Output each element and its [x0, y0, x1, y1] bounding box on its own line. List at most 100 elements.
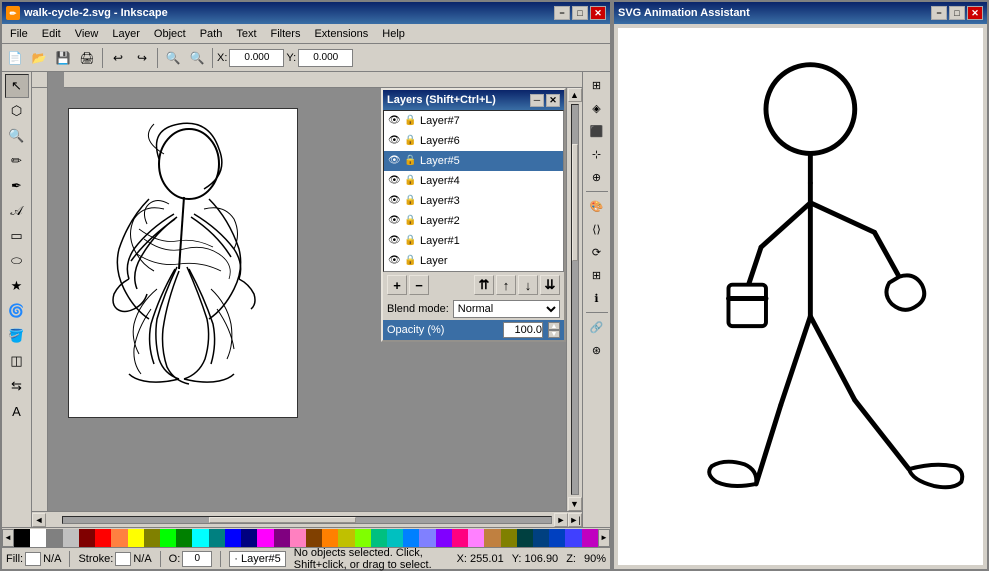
snap-grid-btn[interactable]: ⊹	[586, 143, 608, 165]
palette-right-btn[interactable]: ►	[598, 529, 610, 547]
vscroll-up-btn[interactable]: ▲	[568, 88, 582, 102]
palette-color-23[interactable]	[387, 529, 403, 547]
move-layer-bottom-btn[interactable]: ⇊	[540, 275, 560, 295]
remove-layer-btn[interactable]: −	[409, 275, 429, 295]
layer-row-3[interactable]: 👁 🔒 Layer#3	[384, 191, 563, 211]
palette-color-27[interactable]	[452, 529, 468, 547]
palette-color-8[interactable]	[144, 529, 160, 547]
move-layer-top-btn[interactable]: ⇈	[474, 275, 494, 295]
star-tool[interactable]: ★	[5, 274, 29, 298]
palette-color-21[interactable]	[355, 529, 371, 547]
layer-row-1[interactable]: 👁 🔒 Layer#1	[384, 231, 563, 251]
hscroll-end-btn[interactable]: ►|	[568, 513, 582, 527]
palette-color-18[interactable]	[306, 529, 322, 547]
palette-color-29[interactable]	[484, 529, 500, 547]
palette-color-10[interactable]	[176, 529, 192, 547]
move-layer-up-btn[interactable]: ↑	[496, 275, 516, 295]
opacity-input[interactable]	[503, 322, 543, 338]
menu-path[interactable]: Path	[194, 26, 229, 42]
layer-row-base[interactable]: 👁 🔒 Layer	[384, 251, 563, 271]
menu-object[interactable]: Object	[148, 26, 192, 42]
palette-color-19[interactable]	[322, 529, 338, 547]
vscroll-thumb[interactable]	[572, 144, 578, 261]
open-btn[interactable]: 📂	[28, 47, 50, 69]
paint-tool[interactable]: 🪣	[5, 324, 29, 348]
menu-view[interactable]: View	[69, 26, 105, 42]
layer-row-4[interactable]: 👁 🔒 Layer#4	[384, 171, 563, 191]
node-tool[interactable]: ⬡	[5, 99, 29, 123]
fill-stroke-btn[interactable]: 🎨	[586, 195, 608, 217]
palette-color-26[interactable]	[436, 529, 452, 547]
palette-color-22[interactable]	[371, 529, 387, 547]
layers-collapse-btn[interactable]: ─	[530, 94, 544, 107]
anim-minimize-button[interactable]: −	[931, 6, 947, 20]
fill-swatch[interactable]	[25, 552, 41, 566]
layers-close-btn[interactable]: ✕	[546, 94, 560, 107]
canvas-content[interactable]: Layers (Shift+Ctrl+L) ─ ✕ 👁 🔒 Layer#7	[48, 88, 566, 511]
minimize-button[interactable]: −	[554, 6, 570, 20]
palette-color-24[interactable]	[403, 529, 419, 547]
transform-btn[interactable]: ⟳	[586, 241, 608, 263]
palette-color-16[interactable]	[274, 529, 290, 547]
palette-left-btn[interactable]: ◄	[2, 529, 14, 547]
hscroll-thumb[interactable]	[209, 517, 355, 523]
menu-extensions[interactable]: Extensions	[308, 26, 374, 42]
anim-maximize-button[interactable]: □	[949, 6, 965, 20]
close-button[interactable]: ✕	[590, 6, 606, 20]
undo-btn[interactable]: ↩	[107, 47, 129, 69]
object-props-btn[interactable]: ℹ	[586, 287, 608, 309]
anim-close-button[interactable]: ✕	[967, 6, 983, 20]
snap-nodes-btn[interactable]: ◈	[586, 97, 608, 119]
snap-guide-btn[interactable]: ⊕	[586, 166, 608, 188]
hscroll-right-btn[interactable]: ►	[554, 513, 568, 527]
hscroll-track[interactable]	[62, 516, 552, 524]
menu-filters[interactable]: Filters	[265, 26, 307, 42]
hscroll-left-btn[interactable]: ◄	[32, 513, 46, 527]
palette-color-7[interactable]	[128, 529, 144, 547]
menu-text[interactable]: Text	[230, 26, 262, 42]
layer-row-5[interactable]: 👁 🔒 Layer#5	[384, 151, 563, 171]
palette-color-2[interactable]	[46, 529, 62, 547]
redo-btn[interactable]: ↪	[131, 47, 153, 69]
opacity-up-btn[interactable]: ▲	[548, 322, 560, 330]
palette-color-3[interactable]	[63, 529, 79, 547]
maximize-button[interactable]: □	[572, 6, 588, 20]
palette-color-11[interactable]	[192, 529, 208, 547]
palette-color-5[interactable]	[95, 529, 111, 547]
menu-edit[interactable]: Edit	[36, 26, 67, 42]
palette-color-1[interactable]	[30, 529, 46, 547]
palette-color-20[interactable]	[338, 529, 354, 547]
palette-color-34[interactable]	[565, 529, 581, 547]
vscroll-track[interactable]	[571, 104, 579, 495]
palette-color-28[interactable]	[468, 529, 484, 547]
menu-layer[interactable]: Layer	[106, 26, 146, 42]
save-btn[interactable]: 💾	[52, 47, 74, 69]
layer-row-7[interactable]: 👁 🔒 Layer#7	[384, 111, 563, 131]
palette-color-17[interactable]	[290, 529, 306, 547]
x-input[interactable]	[229, 49, 284, 67]
add-layer-btn[interactable]: +	[387, 275, 407, 295]
print-btn[interactable]: 🖨	[76, 47, 98, 69]
menu-file[interactable]: File	[4, 26, 34, 42]
palette-color-6[interactable]	[111, 529, 127, 547]
palette-color-32[interactable]	[533, 529, 549, 547]
palette-color-30[interactable]	[501, 529, 517, 547]
zoom-in-btn[interactable]: 🔍	[162, 47, 184, 69]
rect-tool[interactable]: ▭	[5, 224, 29, 248]
palette-color-15[interactable]	[257, 529, 273, 547]
xml-editor-btn[interactable]: ⟨⟩	[586, 218, 608, 240]
callig-tool[interactable]: 𝒜	[5, 199, 29, 223]
palette-color-33[interactable]	[549, 529, 565, 547]
new-btn[interactable]: 📄	[4, 47, 26, 69]
palette-color-25[interactable]	[419, 529, 435, 547]
palette-color-35[interactable]	[582, 529, 598, 547]
move-layer-down-btn[interactable]: ↓	[518, 275, 538, 295]
select-tool[interactable]: ↖	[5, 74, 29, 98]
freehand-tool[interactable]: ✏	[5, 149, 29, 173]
opacity-down-btn[interactable]: ▼	[548, 330, 560, 338]
pen-tool[interactable]: ✒	[5, 174, 29, 198]
palette-color-13[interactable]	[225, 529, 241, 547]
layer-row-6[interactable]: 👁 🔒 Layer#6	[384, 131, 563, 151]
zoom-tool[interactable]: 🔍	[5, 124, 29, 148]
symbol-btn[interactable]: ⊛	[586, 339, 608, 361]
